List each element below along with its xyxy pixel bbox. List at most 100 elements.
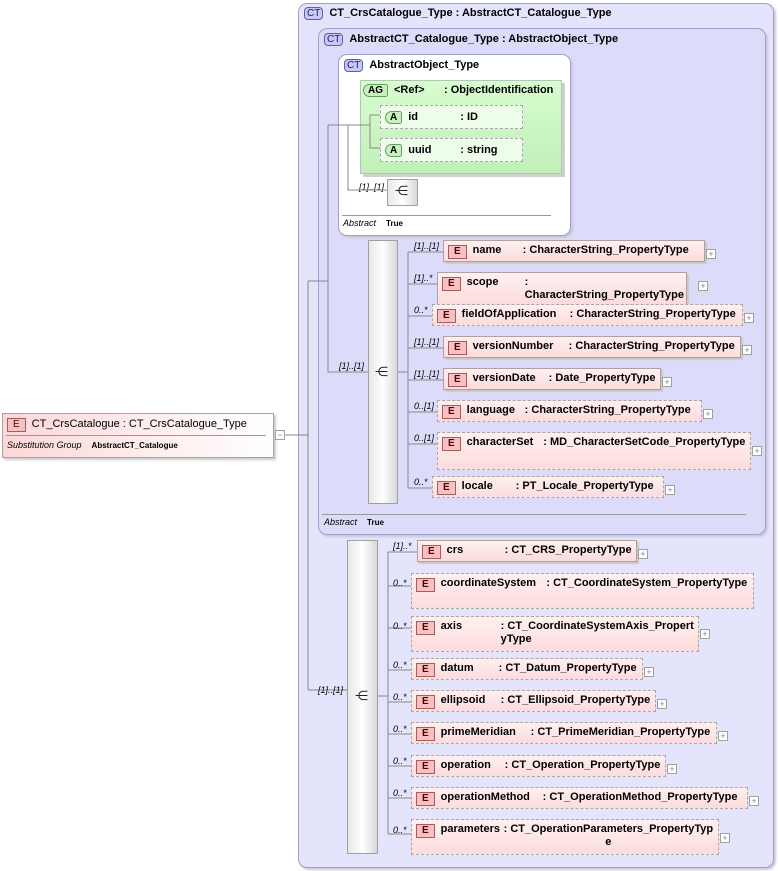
- expand-icon[interactable]: +: [749, 796, 759, 806]
- element-axis[interactable]: Eaxis : CT_CoordinateSystemAxis_PropertyT…: [411, 616, 699, 652]
- expand-icon[interactable]: +: [700, 629, 710, 639]
- expand-icon[interactable]: +: [662, 377, 672, 387]
- occurrence: 0..*: [393, 825, 407, 835]
- element-icon: E: [437, 481, 456, 495]
- element-name-label: axis: [440, 620, 463, 632]
- expand-icon[interactable]: +: [665, 485, 675, 495]
- element-name-label: versionDate: [472, 372, 536, 384]
- element-name-label: characterSet: [466, 436, 534, 448]
- element-icon: E: [416, 663, 435, 677]
- element-name-label: parameters: [440, 823, 500, 835]
- element-type-label: : CT_CRS_PropertyType: [504, 544, 632, 556]
- element-name-label: crs: [446, 544, 464, 556]
- element-name-label: fieldOfApplication: [461, 308, 557, 320]
- element-name-label: coordinateSystem: [440, 577, 537, 589]
- element-name-label: locale: [461, 480, 493, 492]
- occurrence: 0..*: [414, 477, 428, 487]
- element-locale[interactable]: Elocale: PT_Locale_PropertyType: [432, 476, 664, 498]
- element-name-label: language: [466, 404, 515, 416]
- element-versionnumber[interactable]: EversionNumber : CharacterString_Property…: [443, 336, 741, 358]
- element-icon: E: [416, 578, 435, 592]
- expand-icon[interactable]: +: [752, 446, 762, 456]
- element-name-label: operation: [440, 759, 491, 771]
- element-versiondate[interactable]: EversionDate: Date_PropertyType: [443, 368, 661, 390]
- element-name-label: datum: [440, 662, 474, 674]
- element-type-label: : CT_Operation_PropertyType: [504, 759, 661, 771]
- element-icon: E: [442, 437, 461, 451]
- sequence-icon: ⋲: [355, 688, 368, 703]
- element-name-label: versionNumber: [472, 340, 554, 352]
- element-fieldofapplication[interactable]: EfieldOfApplication : CharacterString_Pro…: [432, 304, 743, 326]
- element-coordinatesystem[interactable]: EcoordinateSystem: CT_CoordinateSystem_P…: [411, 573, 754, 609]
- element-icon: E: [416, 695, 435, 709]
- expand-icon[interactable]: +: [744, 313, 754, 323]
- occurrence: [1]..*: [414, 273, 433, 283]
- element-datum[interactable]: Edatum : CT_Datum_PropertyType: [411, 658, 643, 680]
- element-operationmethod[interactable]: EoperationMethod : CT_OperationMethod_Pro…: [411, 787, 748, 809]
- occurrence: [1]..[1]: [414, 241, 440, 251]
- element-type-label: : CharacterString_PropertyType: [568, 340, 735, 352]
- occurrence: 0..*: [393, 692, 407, 702]
- expand-icon[interactable]: +: [706, 249, 716, 259]
- element-primemeridian[interactable]: EprimeMeridian: CT_PrimeMeridian_Propert…: [411, 722, 717, 744]
- element-icon: E: [416, 824, 435, 838]
- element-type-label: : CT_Datum_PropertyType: [498, 662, 637, 674]
- occurrence: [1]..[1]: [318, 685, 344, 695]
- element-ellipsoid[interactable]: Eellipsoid : CT_Ellipsoid_PropertyType: [411, 690, 656, 712]
- collapse-icon[interactable]: −: [275, 430, 285, 440]
- element-name-label: scope: [466, 276, 499, 288]
- occurrence: [1]..[1]: [414, 337, 440, 347]
- element-parameters[interactable]: Eparameters: CT_OperationParameters_Prop…: [411, 819, 719, 855]
- expand-icon[interactable]: +: [703, 409, 713, 419]
- element-crs[interactable]: Ecrs : CT_CRS_PropertyType: [417, 540, 637, 562]
- expand-icon[interactable]: +: [742, 345, 752, 355]
- element-icon: E: [422, 545, 441, 559]
- element-name[interactable]: Ename: CharacterString_PropertyType: [443, 240, 705, 262]
- expand-icon[interactable]: +: [638, 549, 648, 559]
- element-type-label: : CharacterString_PropertyType: [569, 308, 736, 320]
- element-type-label: : CT_OperationMethod_PropertyType: [542, 791, 738, 803]
- element-type-label: : CT_Ellipsoid_PropertyType: [500, 694, 651, 706]
- expand-icon[interactable]: +: [720, 833, 730, 843]
- element-type-label: : CT_CoordinateSystemAxis_PropertyType: [500, 620, 694, 645]
- element-type-label: : CharacterString_PropertyType: [524, 404, 691, 416]
- occurrence: [1]..[1]: [414, 369, 440, 379]
- element-icon: E: [448, 373, 467, 387]
- element-icon: E: [442, 277, 461, 291]
- element-type-label: : CT_OperationParameters_PropertyType: [503, 823, 714, 848]
- element-name-label: operationMethod: [440, 791, 530, 803]
- element-icon: E: [448, 341, 467, 355]
- occurrence: 0..*: [393, 756, 407, 766]
- expand-icon[interactable]: +: [644, 667, 654, 677]
- occurrence: 0..*: [393, 788, 407, 798]
- element-icon: E: [437, 309, 456, 323]
- element-icon: E: [442, 405, 461, 419]
- expand-icon[interactable]: +: [657, 699, 667, 709]
- element-icon: E: [416, 727, 435, 741]
- element-type-label: : MD_CharacterSetCode_PropertyType: [543, 436, 746, 448]
- element-name-label: primeMeridian: [440, 726, 516, 738]
- expand-icon[interactable]: +: [698, 281, 708, 291]
- element-name-label: name: [472, 244, 502, 256]
- element-language[interactable]: Elanguage : CharacterString_PropertyType: [437, 400, 702, 422]
- occurrence: 0..*: [393, 578, 407, 588]
- element-icon: E: [7, 418, 26, 432]
- occurrence: 0..*: [393, 724, 407, 734]
- element-icon: E: [416, 792, 435, 806]
- occurrence: 0..[1]: [414, 401, 435, 411]
- element-characterset[interactable]: EcharacterSet : MD_CharacterSetCode_Prope…: [437, 432, 751, 470]
- occurrence: 0..*: [393, 621, 407, 631]
- element-scope[interactable]: Escope : CharacterString_PropertyType: [437, 272, 687, 305]
- occurrence: [1]..*: [393, 541, 412, 551]
- element-operation[interactable]: Eoperation : CT_Operation_PropertyType: [411, 755, 666, 777]
- substitution-group: Substitution Group AbstractCT_Catalogue: [7, 440, 178, 450]
- element-icon: E: [416, 621, 435, 635]
- element-icon: E: [448, 245, 467, 259]
- occurrence: 0..[1]: [414, 433, 435, 443]
- occurrence: 0..*: [414, 305, 428, 315]
- expand-icon[interactable]: +: [718, 731, 728, 741]
- expand-icon[interactable]: +: [667, 764, 677, 774]
- element-type-label: : CharacterString_PropertyType: [524, 276, 685, 301]
- element-name-label: ellipsoid: [440, 694, 486, 706]
- element-icon: E: [416, 760, 435, 774]
